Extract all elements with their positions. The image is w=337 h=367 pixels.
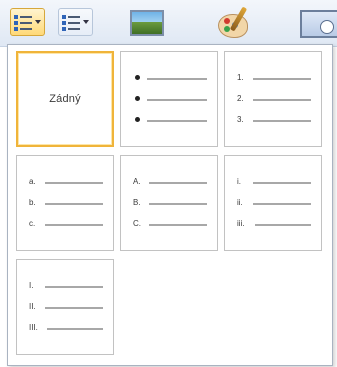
list-item: iii. bbox=[237, 219, 311, 230]
bullet-option-letters-upper[interactable]: A. B. C. bbox=[120, 155, 218, 251]
clip-art-icon[interactable] bbox=[216, 6, 252, 38]
list-item: III. bbox=[29, 323, 103, 334]
bullet-option-numbers[interactable]: 1. 2. 3. bbox=[224, 51, 322, 147]
list-item bbox=[133, 95, 207, 105]
ribbon-toolbar bbox=[0, 0, 337, 47]
bullet-icon bbox=[135, 117, 140, 122]
bullet-library-gallery: Zádný 1. 2. 3. a. b. c. A. B. C. i. ii. … bbox=[7, 44, 333, 366]
list-item: 3. bbox=[237, 115, 311, 126]
list-item bbox=[133, 74, 207, 84]
list-item: c. bbox=[29, 219, 103, 230]
list-item bbox=[133, 116, 207, 126]
none-label: Zádný bbox=[49, 93, 81, 105]
list-item: I. bbox=[29, 281, 103, 292]
list-item: ii. bbox=[237, 198, 311, 209]
bullets-button[interactable] bbox=[10, 8, 45, 36]
list-item: C. bbox=[133, 219, 207, 230]
chevron-down-icon bbox=[35, 20, 41, 24]
bulleted-list-icon bbox=[14, 13, 32, 31]
bullet-option-dots[interactable] bbox=[120, 51, 218, 147]
numbering-button[interactable] bbox=[58, 8, 93, 36]
date-time-icon[interactable] bbox=[300, 10, 337, 38]
bullet-option-none[interactable]: Zádný bbox=[16, 51, 114, 147]
picture-icon[interactable] bbox=[130, 10, 164, 36]
bullet-icon bbox=[135, 75, 140, 80]
list-item: 2. bbox=[237, 94, 311, 105]
numbered-list-icon bbox=[62, 13, 80, 31]
bullet-option-roman-upper[interactable]: I. II. III. bbox=[16, 259, 114, 355]
list-item: II. bbox=[29, 302, 103, 313]
list-item: B. bbox=[133, 198, 207, 209]
list-item: i. bbox=[237, 177, 311, 188]
chevron-down-icon bbox=[83, 20, 89, 24]
bullet-icon bbox=[135, 96, 140, 101]
list-item: A. bbox=[133, 177, 207, 188]
list-item: b. bbox=[29, 198, 103, 209]
screen: Zádný 1. 2. 3. a. b. c. A. B. C. i. ii. … bbox=[0, 0, 337, 367]
bullet-option-roman-lower[interactable]: i. ii. iii. bbox=[224, 155, 322, 251]
list-item: a. bbox=[29, 177, 103, 188]
bullet-option-letters-lower[interactable]: a. b. c. bbox=[16, 155, 114, 251]
list-item: 1. bbox=[237, 73, 311, 84]
